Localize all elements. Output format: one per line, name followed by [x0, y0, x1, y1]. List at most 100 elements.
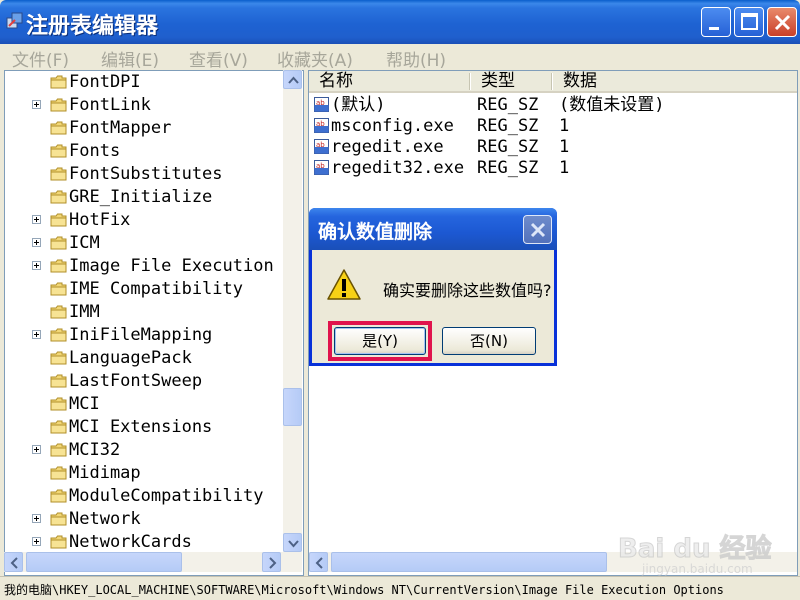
tree-item[interactable]: LanguagePack: [5, 347, 285, 370]
tree-item-label: Network: [69, 509, 141, 529]
expand-icon[interactable]: [32, 445, 41, 454]
tree-item[interactable]: FontLink: [5, 94, 285, 117]
tree-item-label: NetworkCards: [69, 532, 192, 552]
tree-scroll-thumb[interactable]: [283, 388, 302, 426]
folder-icon: [50, 167, 67, 181]
tree-item[interactable]: Network: [5, 508, 285, 531]
chevron-left-icon: [315, 557, 323, 569]
tree-item[interactable]: Midimap: [5, 462, 285, 485]
close-button[interactable]: [767, 7, 797, 37]
tree-item[interactable]: IMM: [5, 301, 285, 324]
title-bar[interactable]: 注册表编辑器: [0, 0, 800, 44]
list-row[interactable]: ab regedit32.exe REG_SZ 1: [309, 158, 797, 179]
scroll-down-button[interactable]: [283, 533, 302, 552]
menu-view[interactable]: 查看(V): [189, 46, 248, 71]
tree-item[interactable]: FontDPI: [5, 71, 285, 94]
dialog-title-bar[interactable]: 确认数值删除: [309, 208, 557, 250]
menu-favorites[interactable]: 收藏夹(A): [277, 46, 353, 71]
tree-item-label: ICM: [69, 233, 100, 253]
folder-icon: [50, 489, 67, 503]
watermark-brand: Bai du 经验: [618, 534, 772, 565]
menu-help[interactable]: 帮助(H): [386, 46, 446, 71]
warning-icon: [327, 269, 361, 300]
folder-icon: [50, 213, 67, 227]
menu-bar: 文件(F) 编辑(E) 查看(V) 收藏夹(A) 帮助(H): [0, 44, 800, 71]
string-value-icon: ab: [314, 160, 329, 175]
column-type[interactable]: 类型: [471, 71, 553, 93]
expand-icon[interactable]: [32, 537, 41, 546]
folder-icon: [50, 282, 67, 296]
tree-item[interactable]: HotFix: [5, 209, 285, 232]
minimize-button[interactable]: [701, 7, 731, 37]
cell-type: REG_SZ: [477, 158, 539, 178]
tree-horizontal-scrollbar[interactable]: [4, 552, 302, 572]
maximize-icon: [741, 13, 758, 30]
tree-item[interactable]: LastFontSweep: [5, 370, 285, 393]
svg-text:ab: ab: [316, 162, 325, 170]
cell-type: REG_SZ: [477, 95, 539, 115]
expand-icon[interactable]: [32, 514, 41, 523]
tree-item[interactable]: ICM: [5, 232, 285, 255]
column-data[interactable]: 数据: [553, 71, 797, 93]
scroll-up-button[interactable]: [283, 70, 302, 89]
maximize-button[interactable]: [734, 7, 764, 37]
expand-icon[interactable]: [32, 238, 41, 247]
tree-hscroll-thumb[interactable]: [26, 552, 182, 572]
folder-icon: [50, 121, 67, 135]
expand-icon[interactable]: [32, 261, 41, 270]
scroll-left-button[interactable]: [309, 552, 328, 572]
status-path: 我的电脑\HKEY_LOCAL_MACHINE\SOFTWARE\Microso…: [4, 583, 724, 597]
tree-item[interactable]: MCI: [5, 393, 285, 416]
list-hscroll-thumb[interactable]: [331, 552, 607, 572]
folder-icon: [50, 397, 67, 411]
expand-icon[interactable]: [32, 100, 41, 109]
tree-item-label: Fonts: [69, 141, 121, 161]
tree-item[interactable]: IME Compatibility: [5, 278, 285, 301]
column-divider[interactable]: [551, 73, 553, 90]
tree-item-label: MCI Extensions: [69, 417, 213, 437]
cell-name: regedit32.exe: [331, 158, 465, 178]
tree-item[interactable]: IniFileMapping: [5, 324, 285, 347]
registry-editor-window: 注册表编辑器 文件(F) 编辑(E) 查看(V) 收藏夹(A) 帮助(H) Fo…: [0, 0, 800, 600]
expand-icon[interactable]: [32, 330, 41, 339]
column-divider[interactable]: [469, 73, 471, 90]
tree-item[interactable]: ModuleCompatibility: [5, 485, 285, 508]
column-name[interactable]: 名称: [309, 71, 471, 93]
tree-item[interactable]: FontMapper: [5, 117, 285, 140]
expand-icon[interactable]: [32, 215, 41, 224]
close-icon: [530, 222, 546, 238]
tree-item[interactable]: MCI32: [5, 439, 285, 462]
tree-item[interactable]: Image File Execution (: [5, 255, 294, 278]
list-row[interactable]: ab msconfig.exe REG_SZ 1: [309, 116, 797, 137]
tree-item[interactable]: GRE_Initialize: [5, 186, 285, 209]
tree-vertical-scrollbar[interactable]: [283, 70, 302, 552]
regedit-app-icon[interactable]: [6, 12, 24, 30]
folder-icon: [50, 466, 67, 480]
svg-text:ab: ab: [316, 99, 325, 107]
key-tree[interactable]: FontDPI FontLink FontMapper Fonts FontSubsti…: [4, 70, 304, 576]
folder-icon: [50, 305, 67, 319]
dialog-close-button[interactable]: [523, 215, 552, 244]
tree-item-label: IME Compatibility: [69, 279, 243, 299]
tree-item[interactable]: FontSubstitutes: [5, 163, 285, 186]
window-title: 注册表编辑器: [26, 14, 159, 39]
baidu-watermark: Bai du 经验 jingyan.baidu.com: [612, 524, 792, 577]
tree-item-label: IniFileMapping: [69, 325, 213, 345]
no-button[interactable]: 否(N): [442, 327, 536, 355]
chevron-down-icon: [288, 540, 299, 548]
list-row[interactable]: ab regedit.exe REG_SZ 1: [309, 137, 797, 158]
menu-edit[interactable]: 编辑(E): [101, 46, 159, 71]
tree-item[interactable]: MCI Extensions: [5, 416, 285, 439]
scroll-left-button[interactable]: [4, 552, 23, 572]
folder-icon: [50, 443, 67, 457]
menu-file[interactable]: 文件(F): [12, 46, 69, 71]
tree-item-label: ModuleCompatibility: [69, 486, 264, 506]
folder-icon: [50, 374, 67, 388]
scroll-right-button[interactable]: [262, 552, 281, 572]
yes-button[interactable]: 是(Y): [334, 327, 426, 355]
cell-data: (数值未设置): [559, 95, 665, 115]
folder-icon: [50, 328, 67, 342]
tree-item[interactable]: Fonts: [5, 140, 285, 163]
list-row[interactable]: ab (默认) REG_SZ (数值未设置): [309, 95, 797, 116]
tree-item[interactable]: NetworkCards: [5, 531, 285, 554]
